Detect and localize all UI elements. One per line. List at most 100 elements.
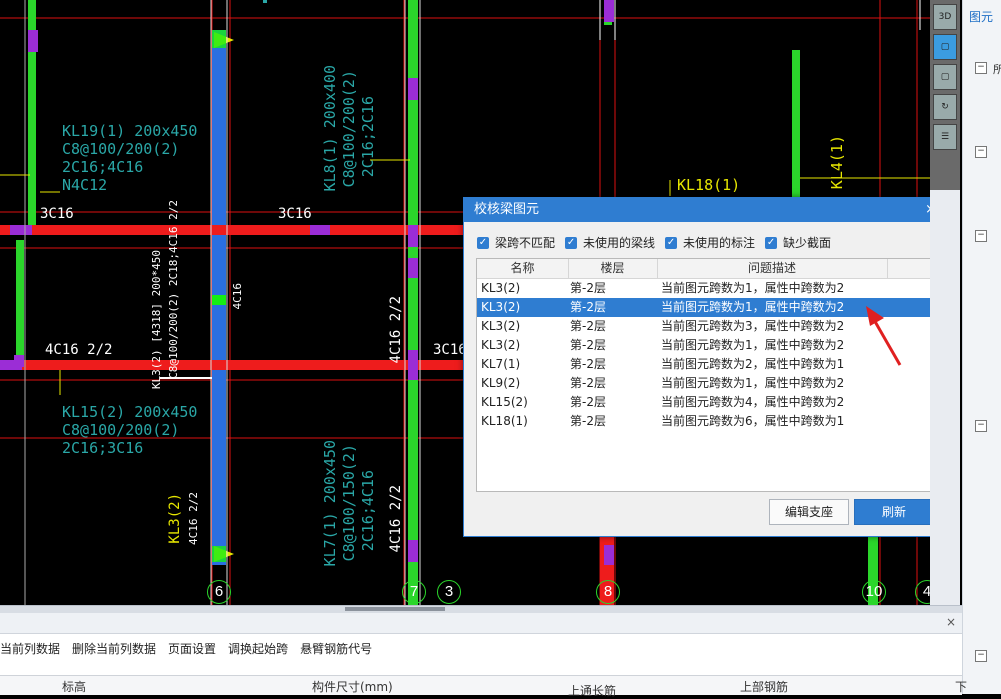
col-header-floor[interactable]: 楼层 (568, 259, 658, 278)
tab-elements[interactable]: 图元 (969, 8, 993, 25)
cell-floor: 第-2层 (570, 414, 606, 428)
axis-7: 7 (402, 580, 426, 604)
cad-canvas[interactable]: KL19(1) 200x450 C8@100/200(2) 2C16;4C16 … (0, 0, 930, 605)
bottom-table-panel: × 当前列数据 删除当前列数据 页面设置 调换起始跨 悬臂钢筋代号 标高 构件尺… (0, 613, 967, 698)
edit-support-button[interactable]: 编辑支座 (769, 499, 849, 525)
label-kl15-b: C8@100/200(2) (62, 421, 180, 439)
rotate-icon[interactable]: ↻ (933, 94, 957, 120)
cell-desc: 当前图元跨数为1，属性中跨数为2 (661, 338, 845, 352)
collapse-icon[interactable]: − (975, 650, 987, 662)
label-kl3: KL3(2) (167, 493, 183, 544)
label-kl19-b: C8@100/200(2) (62, 140, 180, 158)
button-swap-start-span[interactable]: 调换起始跨 (228, 640, 294, 657)
button-current-column[interactable]: 当前列数据 (0, 640, 66, 657)
collapse-icon[interactable]: − (975, 62, 987, 74)
collapse-icon[interactable]: − (975, 230, 987, 242)
toolbar-spacer (930, 190, 960, 605)
check-span-mismatch[interactable]: ✓ 梁跨不匹配 (477, 234, 555, 251)
label-4c16-22-c: 4C16 2/2 (388, 485, 404, 553)
cell-name: KL3(2) (481, 338, 521, 352)
col-size[interactable]: 构件尺寸(mm) (312, 678, 393, 695)
bottom-table-header: 标高 构件尺寸(mm) 上通长筋 上部钢筋 下 (0, 675, 967, 698)
label-kl15-c: 2C16;3C16 (62, 439, 144, 457)
layers-icon[interactable]: ☰ (933, 124, 957, 150)
label-4c16-22-d: 4C16 2/2 (187, 492, 200, 545)
table-row[interactable]: KL15(2) 第-2层 当前图元跨数为4，属性中跨数为2 (477, 393, 930, 412)
label-3c16-b: 3C16 (278, 206, 312, 222)
table-row[interactable]: KL18(1) 第-2层 当前图元跨数为6，属性中跨数为1 (477, 412, 930, 431)
cell-name: KL7(1) (481, 357, 521, 371)
table-row[interactable]: KL3(2) 第-2层 当前图元跨数为1，属性中跨数为2 (477, 336, 930, 355)
cell-floor: 第-2层 (570, 357, 606, 371)
cell-desc: 当前图元跨数为4，属性中跨数为2 (661, 395, 845, 409)
table-row[interactable]: KL3(2) 第-2层 当前图元跨数为1，属性中跨数为2 (477, 279, 930, 298)
table-row[interactable]: KL3(2) 第-2层 当前图元跨数为1，属性中跨数为2 (477, 298, 930, 317)
checkbox-checked-icon[interactable]: ✓ (477, 236, 489, 249)
cell-desc: 当前图元跨数为1，属性中跨数为2 (661, 281, 845, 295)
close-icon[interactable]: × (946, 615, 956, 629)
checkbox-checked-icon[interactable]: ✓ (565, 236, 578, 249)
table-row[interactable]: KL7(1) 第-2层 当前图元跨数为2，属性中跨数为1 (477, 355, 930, 374)
cell-name: KL3(2) (481, 281, 521, 295)
checkbox-checked-icon[interactable]: ✓ (765, 236, 778, 249)
col-top-through[interactable]: 上通长筋 (568, 682, 616, 699)
table-row[interactable]: KL3(2) 第-2层 当前图元跨数为3，属性中跨数为2 (477, 317, 930, 336)
button-cantilever-code[interactable]: 悬臂钢筋代号 (300, 640, 378, 657)
cell-name: KL9(2) (481, 376, 521, 390)
check-unused-beam-line[interactable]: ✓ 未使用的梁线 (565, 234, 655, 251)
cube-view-icon[interactable]: ▢ (933, 34, 957, 60)
refresh-button[interactable]: 刷新 (854, 499, 930, 525)
col-header-name[interactable]: 名称 (477, 259, 569, 278)
tree-item-label: 所 (993, 63, 1001, 76)
axis-6: 6 (207, 580, 231, 604)
bottom-panel-header: × (0, 613, 962, 634)
cell-floor: 第-2层 (570, 338, 606, 352)
cell-floor: 第-2层 (570, 300, 606, 314)
right-panel: 图元 − 所 − − − − (962, 0, 1001, 694)
cell-floor: 第-2层 (570, 281, 606, 295)
label-4c16-22-b: 4C16 2/2 (388, 296, 404, 364)
check-beam-dialog[interactable]: 校核梁图元 × ✓梁跨不匹配 ✓未使用的梁线 ✓未使用的标注 ✓缺少截面 名称 … (463, 197, 930, 537)
button-page-setup[interactable]: 页面设置 (168, 640, 222, 657)
col-elevation[interactable]: 标高 (62, 678, 86, 695)
cell-desc: 当前图元跨数为3，属性中跨数为2 (661, 319, 845, 333)
col-header-desc[interactable]: 问题描述 (657, 259, 888, 278)
label-4c16-22-a: 4C16 2/2 (45, 342, 113, 358)
collapse-icon[interactable]: − (975, 146, 987, 158)
label-kl8-c: 2C16;2C16 (359, 96, 377, 178)
table-body: KL3(2) 第-2层 当前图元跨数为1，属性中跨数为2 KL3(2) 第-2层 当前图元… (477, 279, 930, 431)
cell-floor: 第-2层 (570, 395, 606, 409)
collapse-icon[interactable]: − (975, 420, 987, 432)
cell-name: KL3(2) (481, 300, 521, 314)
cell-desc: 当前图元跨数为1，属性中跨数为2 (661, 300, 845, 314)
axis-8: 8 (596, 580, 620, 604)
issue-table[interactable]: 名称 楼层 问题描述 KL3(2) 第-2层 当前图元跨数为1，属性中跨数为2 KL3… (476, 258, 930, 492)
label-kl19-d: N4C12 (62, 176, 108, 194)
label-kl8-b: C8@100/200(2) (340, 70, 358, 188)
bottom-toolbar: 当前列数据 删除当前列数据 页面设置 调换起始跨 悬臂钢筋代号 (0, 634, 962, 662)
check-missing-section[interactable]: ✓ 缺少截面 (765, 234, 831, 251)
label-3c16-a: 3C16 (40, 206, 74, 222)
label-kl3-long: KL3(2) [4318] 200*450 (150, 250, 163, 390)
label-kl7-c: 2C16;4C16 (359, 470, 377, 552)
splitter-grip[interactable] (345, 607, 445, 611)
label-3c16-c: 3C16 (433, 342, 467, 358)
col-top-rebar[interactable]: 上部钢筋 (740, 678, 788, 695)
label-kl18: KL18(1) (677, 176, 741, 194)
cell-desc: 当前图元跨数为2，属性中跨数为1 (661, 357, 845, 371)
dialog-titlebar[interactable]: 校核梁图元 × (464, 198, 930, 222)
check-unused-label[interactable]: ✓ 未使用的标注 (665, 234, 755, 251)
view-3d-icon[interactable]: 3D (933, 4, 957, 30)
box-view-icon[interactable]: ▢ (933, 64, 957, 90)
label-kl19: KL19(1) 200x450 (62, 122, 198, 140)
label-kl7: KL7(1) 200x450 (321, 440, 339, 567)
view-toolbar: 3D ▢ ▢ ↻ ☰ (930, 0, 960, 190)
label-kl3-long-b: C8@100/200(2) 2C18;4C16 2/2 (167, 200, 180, 379)
table-row[interactable]: KL9(2) 第-2层 当前图元跨数为1，属性中跨数为2 (477, 374, 930, 393)
axis-10: 10 (862, 580, 886, 604)
label-kl4: KL4(1) (828, 135, 846, 190)
col-bottom[interactable]: 下 (955, 678, 967, 695)
checkbox-checked-icon[interactable]: ✓ (665, 236, 678, 249)
button-delete-column[interactable]: 删除当前列数据 (72, 640, 162, 657)
table-header: 名称 楼层 问题描述 (477, 259, 930, 279)
